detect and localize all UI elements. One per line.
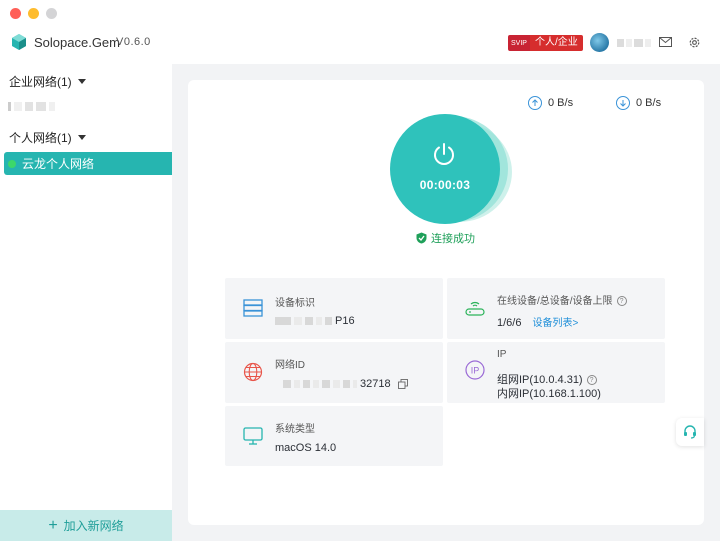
enterprise-network-item[interactable] xyxy=(8,102,55,111)
mail-icon[interactable] xyxy=(659,37,672,47)
sidebar-item-personal-network[interactable]: 云龙个人网络 xyxy=(4,152,172,175)
device-id-value: P16 xyxy=(275,315,355,327)
caret-down-icon xyxy=(77,135,86,140)
device-id-suffix: P16 xyxy=(335,315,355,327)
minimize-window-button[interactable] xyxy=(28,8,39,19)
device-id-label: 设备标识 xyxy=(275,298,315,309)
add-network-button[interactable]: + 加入新网络 xyxy=(0,510,172,541)
network-name: 云龙个人网络 xyxy=(22,157,95,171)
close-window-button[interactable] xyxy=(10,8,21,19)
download-arrow-icon xyxy=(616,96,630,110)
plan-label: 个人/企业 xyxy=(530,35,583,51)
online-devices-tile: 在线设备/总设备/设备上限? 1/6/6 设备列表> xyxy=(447,278,665,339)
customer-support-button[interactable] xyxy=(676,418,704,446)
connection-timer: 00:00:03 xyxy=(419,178,471,192)
ip-tile: IP IP 组网IP(10.0.4.31)? 内网IP(10.168.1.100… xyxy=(447,342,665,403)
download-speed-value: 0 B/s xyxy=(636,97,662,109)
app-logo-icon xyxy=(12,34,26,50)
power-icon xyxy=(434,143,454,165)
group-enterprise[interactable]: 企业网络(1) xyxy=(9,73,86,90)
online-devices-value: 1/6/6 设备列表> xyxy=(497,314,578,329)
router-icon xyxy=(465,301,485,316)
zoom-window-button[interactable] xyxy=(46,8,57,19)
power-toggle[interactable]: 00:00:03 xyxy=(388,114,518,226)
window-controls xyxy=(10,8,57,19)
username-redacted xyxy=(617,39,651,47)
connection-panel: 0 B/s 0 B/s 00:00:03 连接成功 设备标识 P16 在线设备/… xyxy=(188,80,704,525)
svip-crown-icon: SVIP xyxy=(508,35,530,51)
network-id-value: 32718 xyxy=(283,378,408,390)
ip-label: IP xyxy=(497,349,507,360)
os-value: macOS 14.0 xyxy=(275,442,337,454)
upload-arrow-icon xyxy=(528,96,542,110)
connection-status: 连接成功 xyxy=(416,230,475,246)
app-version: V0.6.0 xyxy=(116,36,151,48)
network-id-label: 网络ID xyxy=(275,360,305,371)
copy-icon[interactable] xyxy=(397,379,408,389)
group-personal[interactable]: 个人网络(1) xyxy=(9,129,86,146)
add-network-label: 加入新网络 xyxy=(63,519,124,533)
online-status-dot xyxy=(8,159,16,168)
server-icon xyxy=(243,299,263,317)
caret-down-icon xyxy=(77,79,86,84)
download-speed: 0 B/s xyxy=(616,96,661,110)
help-icon[interactable]: ? xyxy=(616,296,627,307)
network-id-tile: 网络ID 32718 xyxy=(225,342,443,403)
group-personal-label: 个人网络(1) xyxy=(9,131,72,145)
device-id-tile: 设备标识 P16 xyxy=(225,278,443,339)
online-devices-label-text: 在线设备/总设备/设备上限 xyxy=(497,296,613,307)
avatar[interactable] xyxy=(590,33,609,52)
upload-speed-value: 0 B/s xyxy=(548,97,574,109)
group-enterprise-label: 企业网络(1) xyxy=(9,75,72,89)
svg-text:IP: IP xyxy=(471,366,480,376)
network-id-suffix: 32718 xyxy=(360,378,391,390)
plan-badge[interactable]: SVIP 个人/企业 xyxy=(508,35,583,51)
app-name: Solopace.Gem xyxy=(34,35,120,50)
online-devices-label: 在线设备/总设备/设备上限? xyxy=(497,292,627,307)
shield-check-icon xyxy=(416,232,427,244)
headset-icon xyxy=(684,425,696,439)
title-bar: Solopace.Gem V0.6.0 SVIP 个人/企业 xyxy=(0,0,720,64)
status-text: 连接成功 xyxy=(431,233,475,245)
device-list-link[interactable]: 设备列表> xyxy=(533,318,579,329)
upload-speed: 0 B/s xyxy=(528,96,573,110)
gear-icon[interactable] xyxy=(688,36,701,49)
plus-icon: + xyxy=(48,516,58,534)
ip-icon: IP xyxy=(465,360,485,380)
help-icon[interactable]: ? xyxy=(586,375,597,386)
globe-icon xyxy=(243,362,263,382)
os-tile: 系统类型 macOS 14.0 xyxy=(225,406,443,466)
sidebar: 企业网络(1) 个人网络(1) 云龙个人网络 + 加入新网络 xyxy=(0,64,172,541)
power-button-circle xyxy=(390,114,500,224)
online-devices-count: 1/6/6 xyxy=(497,317,522,329)
lan-ip: 内网IP(10.168.1.100) xyxy=(497,388,601,400)
monitor-icon xyxy=(243,427,263,445)
os-label: 系统类型 xyxy=(275,424,315,435)
